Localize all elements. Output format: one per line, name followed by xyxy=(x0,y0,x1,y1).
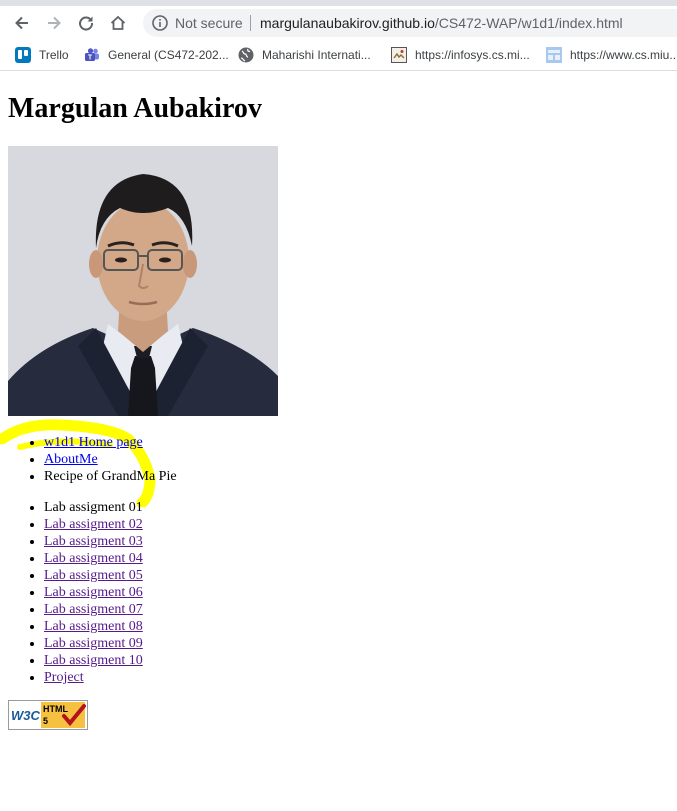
bookmarks-bar: Trello T General (CS472-202... Maharishi… xyxy=(0,40,677,71)
html-badge-text: HTML xyxy=(43,704,68,714)
list-item: AboutMe xyxy=(44,451,177,468)
bookmark-maharishi[interactable]: Maharishi Internati... xyxy=(238,45,371,65)
home-page-link[interactable]: w1d1 Home page xyxy=(44,435,143,450)
list-item: Lab assigment 08 xyxy=(44,618,143,635)
address-separator xyxy=(250,15,251,31)
forward-arrow-icon xyxy=(48,16,61,30)
globe-icon xyxy=(238,47,254,63)
bookmark-label: https://infosys.cs.mi... xyxy=(415,48,530,62)
nav-list: w1d1 Home page AboutMe Recipe of GrandMa… xyxy=(0,434,177,485)
list-item: w1d1 Home page xyxy=(44,434,177,451)
home-button[interactable] xyxy=(105,10,131,36)
teams-icon: T xyxy=(85,48,99,62)
url-text[interactable]: margulanaubakirov.github.io/CS472-WAP/w1… xyxy=(260,15,623,31)
lab-list: Lab assigment 01 Lab assigment 02 Lab as… xyxy=(0,499,143,686)
page-title: Margulan Aubakirov xyxy=(8,93,262,124)
bookmark-infosys[interactable]: https://infosys.cs.mi... xyxy=(391,45,530,65)
list-item: Lab assigment 07 xyxy=(44,601,143,618)
lab-05-link[interactable]: Lab assigment 05 xyxy=(44,568,143,583)
bookmark-label: https://www.cs.miu... xyxy=(570,48,677,62)
lab-07-link[interactable]: Lab assigment 07 xyxy=(44,602,143,617)
lab-03-link[interactable]: Lab assigment 03 xyxy=(44,534,143,549)
lab-08-link[interactable]: Lab assigment 08 xyxy=(44,619,143,634)
recipe-text: Recipe of GrandMa Pie xyxy=(44,469,177,484)
home-icon xyxy=(110,15,126,30)
trello-icon xyxy=(15,47,31,63)
list-item: Lab assigment 03 xyxy=(44,533,143,550)
profile-photo xyxy=(8,146,278,416)
bookmark-label: Trello xyxy=(39,48,69,62)
bookmark-label: General (CS472-202... xyxy=(108,48,229,62)
bookmark-cs-miu[interactable]: https://www.cs.miu... xyxy=(546,45,677,65)
url-path: /CS472-WAP/w1d1/index.html xyxy=(434,15,623,31)
w3c-html5-badge[interactable]: W3C HTML 5 xyxy=(8,700,88,730)
page-thumbnail-icon xyxy=(391,47,407,63)
lab-02-link[interactable]: Lab assigment 02 xyxy=(44,517,143,532)
svg-text:T: T xyxy=(88,55,93,62)
list-item: Lab assigment 06 xyxy=(44,584,143,601)
browser-toolbar: Not secure margulanaubakirov.github.io/C… xyxy=(0,6,677,40)
back-button[interactable] xyxy=(9,10,35,36)
url-host: margulanaubakirov.github.io xyxy=(260,15,435,31)
security-label[interactable]: Not secure xyxy=(175,15,243,31)
list-item: Recipe of GrandMa Pie xyxy=(44,468,177,485)
bookmark-label: Maharishi Internati... xyxy=(262,48,371,62)
info-icon[interactable] xyxy=(151,14,169,32)
w3c-logo-text: W3C xyxy=(11,708,41,723)
web-page: Margulan Aubakirov • w1d1 Home page • Ab… xyxy=(0,71,677,811)
list-item: Lab assigment 05 xyxy=(44,567,143,584)
reload-button[interactable] xyxy=(73,10,99,36)
list-item: Project xyxy=(44,669,143,686)
bookmark-trello[interactable]: Trello xyxy=(15,45,69,65)
forward-button[interactable] xyxy=(41,10,67,36)
reload-icon xyxy=(79,16,94,31)
address-bar[interactable]: Not secure margulanaubakirov.github.io/C… xyxy=(143,9,677,37)
lab-current-text: Lab assigment 01 xyxy=(44,500,143,515)
back-arrow-icon xyxy=(15,16,28,30)
project-link[interactable]: Project xyxy=(44,670,84,685)
list-item: Lab assigment 09 xyxy=(44,635,143,652)
list-item: Lab assigment 02 xyxy=(44,516,143,533)
lab-09-link[interactable]: Lab assigment 09 xyxy=(44,636,143,651)
list-item: Lab assigment 10 xyxy=(44,652,143,669)
html-version-text: 5 xyxy=(43,716,48,726)
lab-06-link[interactable]: Lab assigment 06 xyxy=(44,585,143,600)
lab-10-link[interactable]: Lab assigment 10 xyxy=(44,653,143,668)
page-thumbnail-icon xyxy=(546,47,562,63)
lab-04-link[interactable]: Lab assigment 04 xyxy=(44,551,143,566)
bookmark-general[interactable]: T General (CS472-202... xyxy=(84,45,229,65)
list-item: Lab assigment 04 xyxy=(44,550,143,567)
about-me-link[interactable]: AboutMe xyxy=(44,452,98,467)
list-item: Lab assigment 01 xyxy=(44,499,143,516)
